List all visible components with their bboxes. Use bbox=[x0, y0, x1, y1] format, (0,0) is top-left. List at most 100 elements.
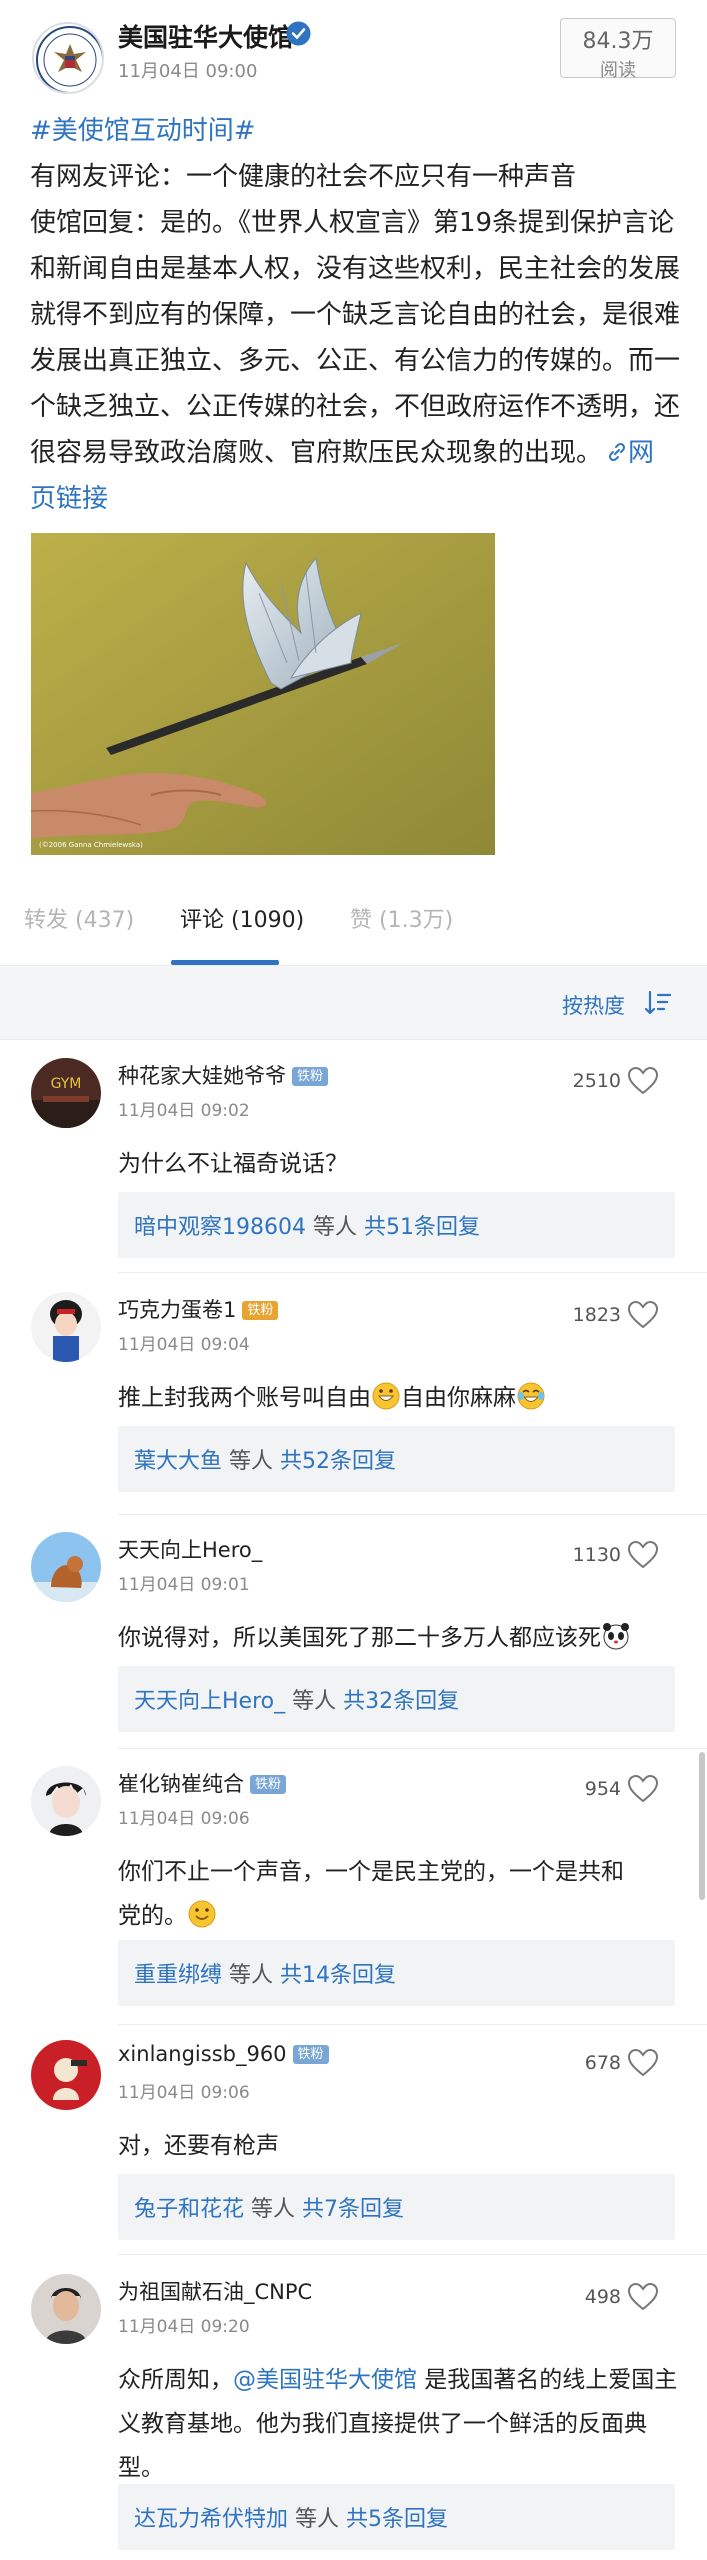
heart-icon[interactable] bbox=[627, 2282, 659, 2312]
comment-text: 对，还要有枪声 bbox=[118, 2133, 279, 2159]
avatar[interactable]: GYM bbox=[31, 1058, 101, 1128]
heart-icon[interactable] bbox=[627, 2048, 659, 2078]
reply-user[interactable]: 葉大大鱼 bbox=[134, 1449, 222, 1474]
post-paragraph-1: 有网友评论：一个健康的社会不应只有一种声音 bbox=[30, 162, 577, 192]
reply-user[interactable]: 达瓦力希伏特加 bbox=[134, 2507, 288, 2532]
reply-total[interactable]: 共7条回复 bbox=[302, 2197, 404, 2222]
sort-icon[interactable] bbox=[645, 990, 671, 1016]
active-tab-indicator bbox=[171, 960, 279, 965]
reply-etc: 等人 bbox=[222, 1449, 281, 1474]
sort-by-popularity-button[interactable]: 按热度 bbox=[562, 990, 625, 1020]
tab-likes[interactable]: 赞 (1.3万) bbox=[350, 902, 453, 934]
reply-user[interactable]: 兔子和花花 bbox=[134, 2197, 244, 2222]
comment-author[interactable]: xinlangissb_960 铁粉 bbox=[118, 2042, 329, 2066]
avatar[interactable] bbox=[31, 2040, 101, 2110]
comment-item: GYM 种花家大娃她爷爷 铁粉 11月04日 09:02 2510 为什么不让福奇… bbox=[0, 1058, 707, 1273]
comment-text: 你说得对，所以美国死了那二十多万人都应该死 bbox=[118, 1616, 698, 1660]
comment-author-name[interactable]: 崔化钠崔纯合 bbox=[118, 1772, 244, 1796]
comment-author-name[interactable]: 为祖国献石油_CNPC bbox=[118, 2280, 312, 2304]
reply-summary-text[interactable]: 葉大大鱼 等人 共52条回复 bbox=[134, 1443, 396, 1475]
heart-icon[interactable] bbox=[627, 1300, 659, 1330]
post-header: 美国驻华大使馆 11月04日 09:00 84.3万 阅读 bbox=[0, 0, 707, 110]
heart-icon[interactable] bbox=[627, 1540, 659, 1570]
sort-bar: 按热度 bbox=[0, 966, 707, 1040]
hashtag-link[interactable]: #美使馆互动时间# bbox=[30, 108, 680, 154]
read-count: 84.3万 bbox=[582, 29, 654, 54]
post-image[interactable]: (©2006 Ganna Chmielewska) bbox=[31, 533, 495, 855]
comment-text-line-2: 党的。 bbox=[118, 1894, 698, 1938]
comment-author[interactable]: 为祖国献石油_CNPC bbox=[118, 2276, 312, 2306]
comment-text-line-2-text: 党的。 bbox=[118, 1903, 187, 1929]
comment-author-name[interactable]: xinlangissb_960 bbox=[118, 2042, 287, 2066]
reply-total[interactable]: 共14条回复 bbox=[280, 1963, 396, 1988]
embassy-seal-avatar[interactable] bbox=[32, 22, 104, 94]
like-count: 678 bbox=[584, 2052, 621, 2074]
like-count: 954 bbox=[584, 1778, 621, 1800]
like-count: 2510 bbox=[572, 1070, 621, 1092]
reply-summary-text[interactable]: 兔子和花花 等人 共7条回复 bbox=[134, 2191, 404, 2223]
heart-icon[interactable] bbox=[627, 1774, 659, 1804]
reply-user[interactable]: 重重绑缚 bbox=[134, 1963, 222, 1988]
comment-text: 你们不止一个声音，一个是民主党的，一个是共和 党的。 bbox=[118, 1850, 698, 1938]
fan-badge: 铁粉 bbox=[292, 1067, 329, 1086]
reply-summary[interactable]: 葉大大鱼 等人 共52条回复 bbox=[118, 1426, 675, 1492]
comment-author-name[interactable]: 天天向上Hero_ bbox=[118, 1538, 262, 1562]
comment-time: 11月04日 09:20 bbox=[118, 2317, 250, 2337]
avatar[interactable] bbox=[31, 1766, 101, 1836]
comment-author[interactable]: 崔化钠崔纯合 铁粉 bbox=[118, 1768, 287, 1798]
reply-summary[interactable]: 达瓦力希伏特加 等人 共5条回复 bbox=[118, 2484, 675, 2550]
reply-summary-text[interactable]: 暗中观察198604 等人 共51条回复 bbox=[134, 1209, 480, 1241]
scrollbar[interactable] bbox=[699, 1752, 705, 1900]
comment-author-name[interactable]: 巧克力蛋卷1 bbox=[118, 1298, 236, 1322]
reply-user[interactable]: 暗中观察198604 bbox=[134, 1215, 306, 1240]
reply-summary[interactable]: 暗中观察198604 等人 共51条回复 bbox=[118, 1192, 675, 1258]
fan-badge: 铁粉 bbox=[242, 1301, 279, 1320]
reply-total[interactable]: 共5条回复 bbox=[346, 2507, 448, 2532]
reply-summary[interactable]: 兔子和花花 等人 共7条回复 bbox=[118, 2174, 675, 2240]
reply-user[interactable]: 天天向上Hero_ bbox=[134, 1689, 285, 1714]
like-count: 1823 bbox=[572, 1304, 621, 1326]
reply-summary-text[interactable]: 重重绑缚 等人 共14条回复 bbox=[134, 1957, 396, 1989]
reply-etc: 等人 bbox=[244, 2197, 303, 2222]
tab-comments[interactable]: 评论 (1090) bbox=[180, 902, 304, 934]
comment-author-name[interactable]: 种花家大娃她爷爷 bbox=[118, 1064, 286, 1088]
comment-text-pre: 众所周知， bbox=[118, 2367, 233, 2393]
comment-text: 为什么不让福奇说话？ bbox=[118, 1151, 348, 1177]
comment-text-part-1: 推上封我两个账号叫自由 bbox=[118, 1385, 371, 1411]
comment-author[interactable]: 巧克力蛋卷1 铁粉 bbox=[118, 1294, 279, 1324]
comment-author[interactable]: 天天向上Hero_ bbox=[118, 1534, 262, 1564]
comment-divider bbox=[118, 1272, 707, 1273]
reply-summary-text[interactable]: 天天向上Hero_ 等人 共32条回复 bbox=[134, 1683, 459, 1715]
comment-time: 11月04日 09:06 bbox=[118, 1809, 250, 1829]
reply-total[interactable]: 共32条回复 bbox=[343, 1689, 459, 1714]
read-label: 阅读 bbox=[600, 60, 636, 81]
image-credit: (©2006 Ganna Chmielewska) bbox=[39, 841, 143, 849]
reply-summary[interactable]: 天天向上Hero_ 等人 共32条回复 bbox=[118, 1666, 675, 1732]
reply-total[interactable]: 共52条回复 bbox=[280, 1449, 396, 1474]
avatar[interactable] bbox=[31, 2274, 101, 2344]
comment-text-line-1: 你们不止一个声音，一个是民主党的，一个是共和 bbox=[118, 1859, 624, 1885]
reply-summary-text[interactable]: 达瓦力希伏特加 等人 共5条回复 bbox=[134, 2501, 448, 2533]
link-icon bbox=[608, 442, 626, 462]
comment-item: 为祖国献石油_CNPC 11月04日 09:20 498 众所周知，@美国驻华大… bbox=[0, 2274, 707, 2560]
post-tabs: 转发 (437) 评论 (1090) 赞 (1.3万) bbox=[0, 880, 707, 966]
smile-emoji-icon bbox=[188, 1900, 216, 1928]
comment-author[interactable]: 种花家大娃她爷爷 铁粉 bbox=[118, 1060, 329, 1090]
tab-reposts[interactable]: 转发 (437) bbox=[24, 902, 134, 934]
comment-divider bbox=[118, 1514, 707, 1515]
post-paragraph-2-text: 使馆回复：是的。《世界人权宣言》第19条提到保护言论和新闻自由是基本人权，没有这… bbox=[30, 208, 681, 468]
like-count: 498 bbox=[584, 2286, 621, 2308]
heart-icon[interactable] bbox=[627, 1066, 659, 1096]
reply-summary[interactable]: 重重绑缚 等人 共14条回复 bbox=[118, 1940, 675, 2006]
post-paragraph-2: 使馆回复：是的。《世界人权宣言》第19条提到保护言论和新闻自由是基本人权，没有这… bbox=[30, 200, 680, 522]
comment-text: 推上封我两个账号叫自由 自由你麻麻 bbox=[118, 1376, 678, 1420]
author-name[interactable]: 美国驻华大使馆 bbox=[118, 18, 293, 54]
comment-text: 众所周知，@美国驻华大使馆 是我国著名的线上爱国主义教育基地。他为我们直接提供了… bbox=[118, 2358, 688, 2490]
avatar[interactable] bbox=[31, 1532, 101, 1602]
avatar[interactable] bbox=[31, 1292, 101, 1362]
mention-link[interactable]: @美国驻华大使馆 bbox=[233, 2367, 417, 2393]
comment-text-content: 你说得对，所以美国死了那二十多万人都应该死 bbox=[118, 1625, 601, 1651]
post-body: #美使馆互动时间# 有网友评论：一个健康的社会不应只有一种声音 使馆回复：是的。… bbox=[30, 108, 680, 522]
reply-total[interactable]: 共51条回复 bbox=[364, 1215, 480, 1240]
comment-divider bbox=[118, 1748, 707, 1749]
